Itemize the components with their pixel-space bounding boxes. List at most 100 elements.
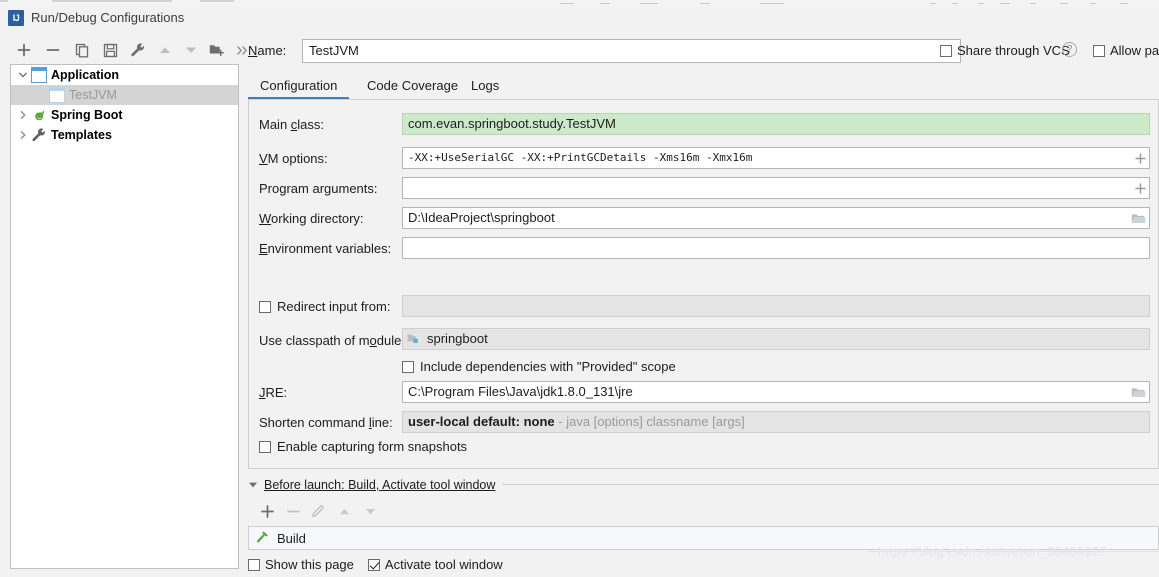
move-down-button[interactable] [179, 38, 203, 62]
form-snapshots-label: Enable capturing form snapshots [277, 439, 468, 454]
working-directory-label: Working directory: [259, 211, 364, 226]
working-directory-input[interactable]: D:\IdeaProject\springboot [402, 207, 1150, 229]
program-arguments-expand-button[interactable] [1133, 177, 1147, 199]
bottom-options: Show this page Activate tool window [248, 557, 503, 572]
tree-node-label: Application [51, 68, 120, 82]
activate-tool-window-label: Activate tool window [384, 557, 503, 572]
folder-add-icon[interactable] [205, 38, 229, 62]
shorten-command-line-label: Shorten command line: [259, 415, 393, 430]
configurations-toolbar [8, 38, 247, 62]
program-arguments-label: Program arguments: [259, 181, 378, 196]
include-provided-checkbox[interactable]: Include dependencies with "Provided" sco… [402, 359, 676, 374]
tree-node-label: Templates [51, 128, 112, 142]
before-launch-title: Before launch: Build, Activate tool wind… [264, 478, 496, 492]
save-configuration-button[interactable] [98, 38, 122, 62]
tree-node-label: Spring Boot [51, 108, 123, 122]
add-configuration-button[interactable] [12, 38, 36, 62]
show-this-page-label: Show this page [265, 557, 354, 572]
chevron-down-icon[interactable] [15, 65, 31, 85]
shorten-command-line-select[interactable]: user-local default: none - java [options… [402, 411, 1150, 433]
checkbox-box[interactable] [940, 44, 952, 57]
tab-configuration[interactable]: Configuration [247, 72, 350, 100]
tab-code-coverage[interactable]: Code Coverage [365, 72, 460, 100]
tree-node-label: TestJVM [69, 88, 117, 102]
application-icon [31, 67, 47, 83]
question-mark-icon[interactable]: ? [1062, 42, 1077, 57]
chevron-right-icon[interactable] [15, 125, 31, 145]
add-task-button[interactable] [254, 500, 280, 522]
module-icon [407, 333, 421, 345]
chevron-right-icon[interactable] [15, 105, 31, 125]
folder-icon[interactable] [1129, 207, 1147, 229]
copy-configuration-button[interactable] [70, 38, 94, 62]
name-input[interactable]: TestJVM [302, 39, 961, 63]
editor-tabs: Configuration Code Coverage Logs [247, 72, 1159, 100]
classpath-module-select[interactable]: springboot [402, 328, 1150, 350]
vm-options-label: VM options: [259, 151, 328, 166]
tree-node-spring-boot[interactable]: Spring Boot [11, 105, 238, 125]
before-launch-header[interactable]: Before launch: Build, Activate tool wind… [248, 478, 495, 492]
redirect-input-label: Redirect input from: [277, 299, 391, 314]
configuration-panel: Main class: com.evan.springboot.study.Te… [248, 100, 1159, 469]
share-through-vcs-checkbox[interactable]: Share through VCS [940, 43, 1070, 58]
jre-label: JRE: [259, 385, 288, 400]
wrench-icon[interactable] [126, 38, 150, 62]
application-icon [49, 87, 65, 103]
tab-logs[interactable]: Logs [469, 72, 501, 100]
show-this-page-checkbox[interactable]: Show this page [248, 557, 354, 572]
jre-input[interactable]: C:\Program Files\Java\jdk1.8.0_131\jre [402, 381, 1150, 403]
dialog-title-bar: IJ Run/Debug Configurations [0, 6, 1159, 32]
form-snapshots-checkbox[interactable]: Enable capturing form snapshots [259, 439, 467, 454]
checkbox-box[interactable] [259, 440, 271, 453]
checkbox-box[interactable] [248, 558, 260, 571]
hammer-icon [254, 530, 270, 546]
pencil-icon[interactable] [305, 500, 331, 522]
before-launch-toolbar [254, 500, 414, 522]
configurations-tree[interactable]: Application TestJVM Spring Boot Template… [10, 64, 239, 569]
task-move-up-button[interactable] [331, 500, 357, 522]
vm-options-expand-button[interactable] [1133, 147, 1147, 169]
shorten-command-line-hint: - java [options] classname [args] [558, 414, 745, 429]
allow-parallel-run-checkbox[interactable]: Allow para [1093, 43, 1159, 58]
before-launch-rule [502, 484, 1159, 485]
intellij-idea-icon: IJ [8, 10, 24, 26]
classpath-module-label: Use classpath of module: [259, 333, 405, 348]
wrench-icon [31, 127, 47, 143]
name-label: Name: [248, 43, 287, 58]
activate-tool-window-checkbox[interactable]: Activate tool window [367, 557, 503, 572]
checkbox-box[interactable] [259, 300, 271, 313]
redirect-input-field [402, 295, 1150, 317]
spring-boot-icon [31, 107, 47, 123]
allow-parallel-run-label: Allow para [1110, 43, 1159, 58]
run-debug-configurations-dialog: IJ Run/Debug Configurations Application … [0, 0, 1159, 577]
tree-node-templates[interactable]: Templates [11, 125, 238, 145]
main-class-label: Main class: [259, 117, 325, 132]
dialog-title: Run/Debug Configurations [31, 10, 185, 25]
checkbox-box[interactable] [1093, 44, 1105, 57]
classpath-module-value: springboot [427, 331, 488, 346]
tree-node-application[interactable]: Application [11, 65, 238, 85]
include-provided-label: Include dependencies with "Provided" sco… [420, 359, 676, 374]
share-through-vcs-label: Share through VCS [957, 43, 1070, 58]
environment-variables-label: Environment variables: [259, 241, 392, 256]
triangle-down-icon[interactable] [248, 481, 258, 489]
before-launch-task-label: Build [277, 530, 306, 546]
move-up-button[interactable] [153, 38, 177, 62]
main-class-input[interactable]: com.evan.springboot.study.TestJVM [402, 113, 1150, 135]
checkbox-box[interactable] [367, 558, 380, 571]
configuration-editor-region: Name: TestJVM Share through VCS ? Allow … [247, 34, 1159, 577]
program-arguments-input[interactable] [402, 177, 1150, 199]
vm-options-input[interactable]: -XX:+UseSerialGC -XX:+PrintGCDetails -Xm… [402, 147, 1150, 169]
environment-variables-input[interactable] [402, 237, 1150, 259]
remove-configuration-button[interactable] [41, 38, 65, 62]
redirect-input-checkbox[interactable]: Redirect input from: [259, 299, 390, 314]
watermark-line [868, 551, 1159, 552]
remove-task-button[interactable] [280, 500, 306, 522]
tree-node-testjvm[interactable]: TestJVM [11, 85, 238, 105]
checkbox-box[interactable] [402, 360, 414, 373]
folder-icon[interactable] [1129, 381, 1147, 403]
task-move-down-button[interactable] [357, 500, 383, 522]
shorten-command-line-value: user-local default: none [408, 414, 555, 429]
before-launch-task-list[interactable]: Build [248, 526, 1159, 550]
